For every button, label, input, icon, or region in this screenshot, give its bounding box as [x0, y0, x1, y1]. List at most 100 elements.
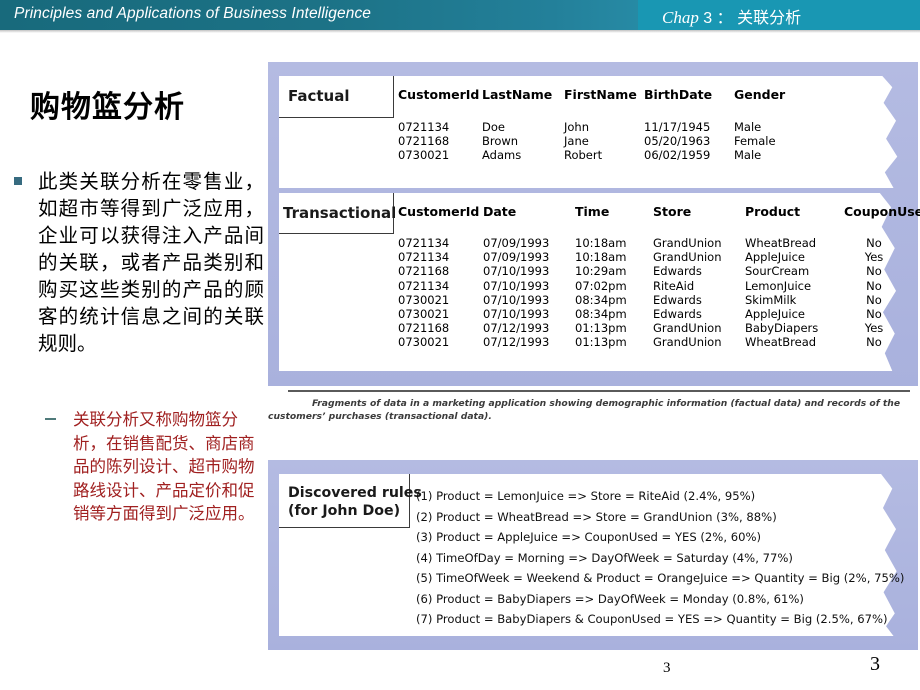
figure-illustration: Factual CustomerId LastName FirstName Bi…	[268, 62, 920, 650]
dash-bullet-icon	[45, 418, 56, 420]
caption-divider	[288, 390, 910, 392]
cell: 07/10/1993	[483, 278, 550, 293]
square-bullet-icon	[14, 177, 22, 185]
column-header: Time	[575, 204, 610, 219]
cell: 0721134	[398, 250, 450, 265]
cell: 07/09/1993	[483, 236, 550, 250]
cell: Jane	[564, 134, 589, 149]
factual-label-box: Factual	[279, 76, 394, 118]
page-number-right: 3	[870, 653, 880, 675]
cell: No	[866, 292, 882, 307]
discovered-rules-label-line1: Discovered rules	[288, 485, 422, 501]
cell: Edwards	[653, 264, 702, 279]
transactional-label: Transactional	[283, 204, 397, 222]
cell: GrandUnion	[653, 236, 722, 250]
cell: Edwards	[653, 307, 702, 322]
cell: SkimMilk	[745, 292, 797, 307]
chapter-number-and-topic: 3 ： 关联分析	[703, 10, 802, 27]
cell: Female	[734, 134, 776, 149]
cell: 07/12/1993	[483, 335, 550, 350]
cell: BabyDiapers	[745, 321, 819, 336]
cell: 08:34pm	[575, 292, 627, 307]
cell: 07:02pm	[575, 278, 627, 293]
chapter-word: Chap	[662, 8, 699, 27]
column-header: FirstName	[564, 87, 637, 102]
cell: SourCream	[745, 264, 810, 279]
table-row: 0721168 07/12/1993 01:13pm GrandUnion Ba…	[398, 321, 904, 335]
cell: 0721134	[398, 236, 450, 250]
transactional-header-row: CustomerId Date Time Store Product Coupo…	[398, 204, 920, 219]
cell: 01:13pm	[575, 335, 627, 350]
cell: No	[866, 335, 882, 350]
cell: 0721168	[398, 264, 450, 279]
cell: 10:18am	[575, 250, 627, 265]
slide-title: 购物篮分析	[30, 90, 185, 125]
cell: 0730021	[398, 335, 450, 350]
cell: No	[866, 278, 882, 293]
cell: 10:18am	[575, 236, 627, 250]
cell: Doe	[482, 120, 505, 134]
cell: GrandUnion	[653, 321, 722, 336]
page-number-center: 3	[663, 660, 671, 676]
column-header: BirthDate	[644, 87, 713, 102]
cell: GrandUnion	[653, 335, 722, 350]
list-item: (1) Product = LemonJuice => Store = Rite…	[416, 489, 756, 503]
cell: 07/10/1993	[483, 292, 550, 307]
factual-table: CustomerId LastName FirstName BirthDate …	[398, 87, 804, 163]
list-item: (4) TimeOfDay = Morning => DayOfWeek = S…	[416, 550, 793, 565]
cell: 07/09/1993	[483, 250, 550, 265]
cell: No	[866, 264, 882, 279]
cell: 11/17/1945	[644, 120, 711, 134]
cell: Robert	[564, 148, 603, 163]
cell: No	[866, 236, 882, 250]
list-item: (3) Product = AppleJuice => CouponUsed =…	[416, 530, 761, 544]
column-header: Date	[483, 204, 517, 219]
title-bar: Principles and Applications of Business …	[0, 0, 920, 30]
cell: 0721134	[398, 278, 450, 293]
cell: 0721168	[398, 321, 450, 336]
cell: John	[564, 120, 590, 134]
list-item: (5) TimeOfWeek = Weekend & Product = Ora…	[416, 571, 905, 585]
transactional-label-box: Transactional	[279, 193, 397, 234]
table-row: 0721168 Brown Jane 05/20/1963 Female	[398, 134, 804, 148]
cell: Yes	[864, 321, 884, 336]
cell: 07/10/1993	[483, 264, 550, 279]
column-header: LastName	[482, 87, 553, 102]
cell: Yes	[864, 250, 884, 265]
figure-caption: Fragments of data in a marketing applica…	[268, 398, 901, 422]
cell: 0730021	[398, 148, 450, 163]
table-row: 0721168 07/10/1993 10:29am Edwards SourC…	[398, 264, 904, 278]
bullet-primary-text: 此类关联分析在零售业，如超市等得到广泛应用，企业可以获得注入产品间的关联，或者产…	[38, 170, 264, 355]
table-row: 0721134 07/09/1993 10:18am GrandUnion Wh…	[398, 236, 904, 250]
chapter-label: Chap 3 ： 关联分析	[662, 4, 801, 28]
column-header: Store	[653, 204, 692, 219]
list-item: (6) Product = BabyDiapers => DayOfWeek =…	[416, 591, 804, 606]
column-header: CustomerId	[398, 204, 480, 219]
cell: Male	[734, 148, 762, 163]
cell: RiteAid	[653, 278, 695, 293]
cell: 07/10/1993	[483, 307, 550, 322]
factual-table-body: 0721134 Doe John 11/17/1945 Male 0721168…	[398, 120, 804, 163]
cell: 0721168	[398, 134, 450, 149]
list-item: (2) Product = WheatBread => Store = Gran…	[416, 509, 777, 524]
cell: WheatBread	[745, 236, 817, 250]
factual-label: Factual	[288, 87, 350, 105]
cell: LemonJuice	[745, 278, 812, 293]
cell: Edwards	[653, 292, 702, 307]
title-bar-shadow	[0, 30, 920, 33]
table-row: 0730021 07/12/1993 01:13pm GrandUnion Wh…	[398, 335, 904, 349]
cell: 0721134	[398, 120, 450, 134]
cell: 07/12/1993	[483, 321, 550, 336]
cell: No	[866, 307, 882, 322]
chapter-badge: Chap 3 ： 关联分析	[638, 0, 920, 30]
table-row: 0721134 07/10/1993 07:02pm RiteAid Lemon…	[398, 279, 904, 293]
cell: 01:13pm	[575, 321, 627, 336]
transactional-table: CustomerId Date Time Store Product Coupo…	[398, 204, 920, 350]
table-row: 0721134 Doe John 11/17/1945 Male	[398, 120, 804, 134]
cell: AppleJuice	[745, 250, 806, 265]
transactional-table-body: 0721134 07/09/1993 10:18am GrandUnion Wh…	[398, 236, 904, 350]
cell: WheatBread	[745, 335, 817, 350]
cell: 05/20/1963	[644, 134, 711, 149]
cell: GrandUnion	[653, 250, 722, 265]
cell: Brown	[482, 134, 519, 149]
